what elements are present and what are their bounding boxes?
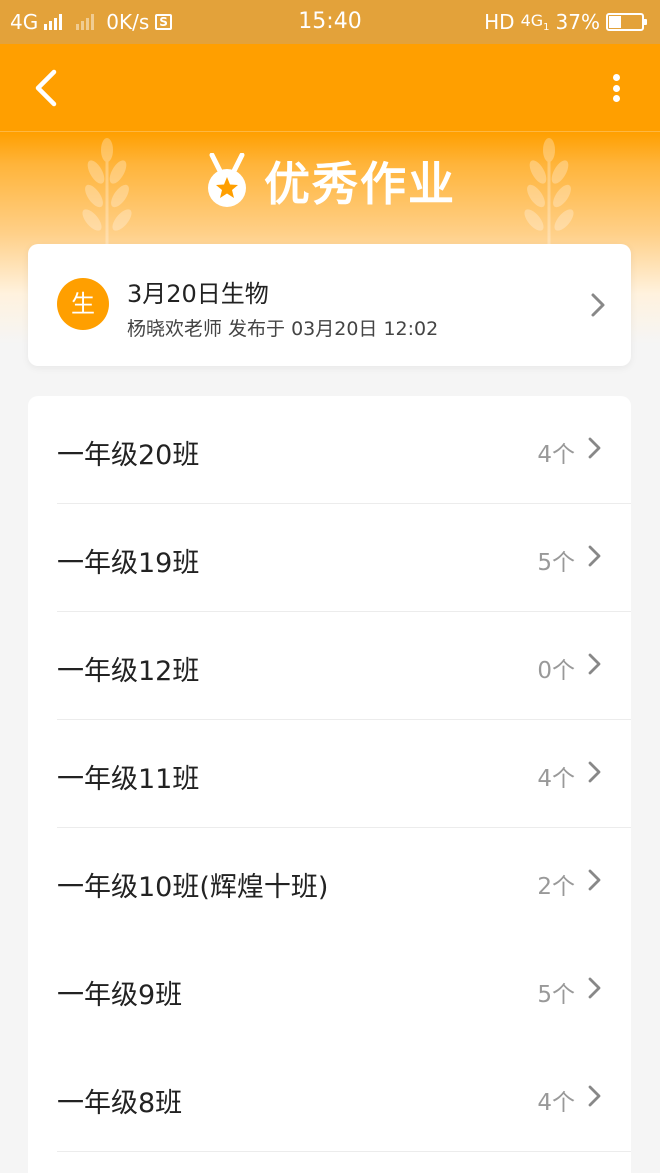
assignment-card[interactable]: 生 3月20日生物 杨晓欢老师 发布于 03月20日 12:02 [28,244,631,366]
class-name: 一年级10班(辉煌十班) [57,872,329,903]
chevron-right-icon [588,761,601,783]
nav-divider [0,131,660,132]
class-row[interactable]: 一年级20班 4个 [28,396,631,504]
work-count: 0个 [537,658,575,684]
chevron-right-icon [588,869,601,891]
status-bar: 4G 0K/s S 15:40 HD 4G1 37% [0,0,660,44]
work-count: 4个 [537,1090,575,1116]
battery-percent: 37% [555,10,600,34]
battery-icon [606,13,647,31]
class-row[interactable]: 一年级12班 0个 [28,612,631,720]
chevron-left-icon [35,69,57,107]
chevron-right-icon [588,1085,601,1107]
class-row[interactable]: 一年级19班 5个 [28,504,631,612]
work-count: 4个 [537,766,575,792]
work-count: 4个 [537,442,575,468]
work-count: 2个 [537,874,575,900]
class-row[interactable]: 一年级9班 5个 [28,936,631,1044]
chevron-right-icon [588,977,601,999]
row-divider [57,1151,631,1152]
chevron-right-icon [588,437,601,459]
class-name: 一年级8班 [57,1088,183,1119]
class-row[interactable]: 一年级10班(辉煌十班) 2个 [28,828,631,936]
more-button[interactable] [604,68,628,108]
chevron-right-icon [588,545,601,567]
battery-fill [609,16,621,28]
hd-label: HD [484,10,515,34]
banner-title: 优秀作业 [0,150,660,212]
status-right: HD 4G1 37% [484,10,647,34]
assignment-title: 3月20日生物 [127,280,269,308]
class-name: 一年级9班 [57,980,183,1011]
class-row[interactable]: 一年级8班 4个 [28,1044,631,1152]
chevron-right-icon [588,653,601,675]
class-name: 一年级12班 [57,656,200,687]
class-name: 一年级20班 [57,440,200,471]
assignment-subtitle: 杨晓欢老师 发布于 03月20日 12:02 [127,318,439,340]
page-title: 优秀作业 [264,157,456,211]
work-count: 5个 [537,550,575,576]
more-vertical-icon [612,74,620,81]
back-button[interactable] [24,62,72,114]
subject-avatar: 生 [57,278,109,330]
chevron-right-icon [591,293,605,317]
class-name: 一年级11班 [57,764,200,795]
network-label-2: 4G1 [520,10,550,34]
class-name: 一年级19班 [57,548,200,579]
class-list: 一年级20班 4个 一年级19班 5个 一年级12班 0个 一年级11班 4个 … [28,396,631,1173]
medal-icon [208,153,246,207]
class-row[interactable]: 一年级11班 4个 [28,720,631,828]
nav-bar [0,44,660,132]
work-count: 5个 [537,982,575,1008]
